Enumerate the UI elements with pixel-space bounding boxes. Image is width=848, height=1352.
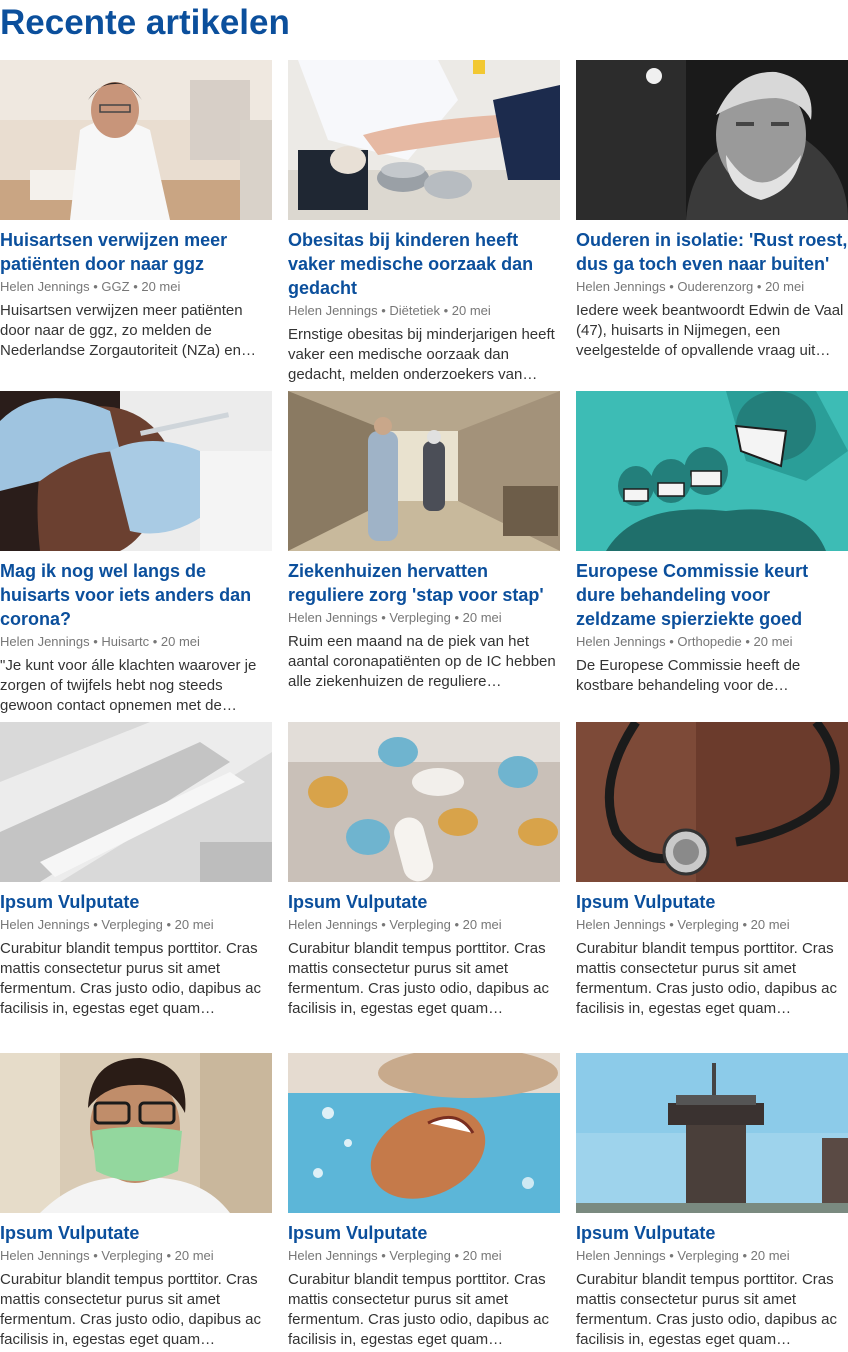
article-category[interactable]: GGZ <box>101 279 129 294</box>
article-excerpt: De Europese Commissie heeft de kostbare … <box>576 657 801 694</box>
article-title[interactable]: Ipsum Vulputate <box>576 890 848 914</box>
article-meta: Helen Jennings • Huisartc • 20 mei <box>0 634 200 649</box>
article-image[interactable] <box>576 60 848 220</box>
article-author: Helen Jennings <box>288 303 378 318</box>
article-author: Helen Jennings <box>288 610 378 625</box>
article-title[interactable]: Mag ik nog wel langs de huisarts voor ie… <box>0 559 272 631</box>
article-excerpt: Curabitur blandit tempus porttitor. Cras… <box>0 940 261 1017</box>
article-author: Helen Jennings <box>288 917 378 932</box>
article-image[interactable] <box>288 722 560 882</box>
article-title[interactable]: Ipsum Vulputate <box>576 1221 848 1245</box>
article-excerpt: Curabitur blandit tempus porttitor. Cras… <box>0 1271 261 1348</box>
article-excerpt: Curabitur blandit tempus porttitor. Cras… <box>288 1271 549 1348</box>
article-meta: Helen Jennings • Verpleging • 20 mei <box>576 917 790 932</box>
article-category[interactable]: Huisartc <box>101 634 149 649</box>
article-meta: Helen Jennings • Ouderenzorg • 20 mei <box>576 279 805 294</box>
article-author: Helen Jennings <box>0 1248 90 1263</box>
article-author: Helen Jennings <box>0 917 90 932</box>
article-date: 20 mei <box>462 1248 502 1263</box>
article-card[interactable]: Ouderen in isolatie: 'Rust roest, dus ga… <box>576 60 848 361</box>
article-image[interactable] <box>0 60 272 220</box>
article-author: Helen Jennings <box>0 634 90 649</box>
article-image[interactable] <box>576 391 848 551</box>
article-date: 20 mei <box>451 303 491 318</box>
article-meta: Helen Jennings • Diëtetiek • 20 mei <box>288 303 491 318</box>
article-category[interactable]: Verpleging <box>677 1248 738 1263</box>
article-card[interactable]: Europese Commissie keurt dure behandelin… <box>576 391 848 696</box>
article-image[interactable] <box>0 722 272 882</box>
article-category[interactable]: Verpleging <box>101 1248 162 1263</box>
article-date: 20 mei <box>174 917 214 932</box>
article-excerpt: Curabitur blandit tempus porttitor. Cras… <box>576 940 837 1017</box>
article-author: Helen Jennings <box>576 917 666 932</box>
article-card[interactable]: Ipsum Vulputate Helen Jennings • Verpleg… <box>288 1053 560 1350</box>
article-excerpt: Iedere week beantwoordt Edwin de Vaal (4… <box>576 302 844 359</box>
article-date: 20 mei <box>750 917 790 932</box>
article-date: 20 mei <box>750 1248 790 1263</box>
article-card[interactable]: Ipsum Vulputate Helen Jennings • Verpleg… <box>0 1053 272 1350</box>
article-date: 20 mei <box>141 279 181 294</box>
article-author: Helen Jennings <box>576 279 666 294</box>
article-card[interactable]: Ipsum Vulputate Helen Jennings • Verpleg… <box>0 722 272 1019</box>
article-image[interactable] <box>288 391 560 551</box>
article-date: 20 mei <box>462 610 502 625</box>
article-excerpt: Ernstige obesitas bij minderjarigen heef… <box>288 326 555 383</box>
article-date: 20 mei <box>765 279 805 294</box>
article-category[interactable]: Verpleging <box>389 1248 450 1263</box>
article-card[interactable]: Ipsum Vulputate Helen Jennings • Verpleg… <box>576 1053 848 1350</box>
article-excerpt: Ruim een maand na de piek van het aantal… <box>288 633 556 690</box>
article-image[interactable] <box>0 1053 272 1213</box>
article-excerpt: Huisartsen verwijzen meer patiënten door… <box>0 302 256 359</box>
article-image[interactable] <box>0 391 272 551</box>
article-title[interactable]: Ipsum Vulputate <box>288 1221 560 1245</box>
article-card[interactable]: Ipsum Vulputate Helen Jennings • Verpleg… <box>576 722 848 1019</box>
article-card[interactable]: Obesitas bij kinderen heeft vaker medisc… <box>288 60 560 385</box>
article-title[interactable]: Ouderen in isolatie: 'Rust roest, dus ga… <box>576 228 848 276</box>
article-author: Helen Jennings <box>576 1248 666 1263</box>
article-meta: Helen Jennings • Verpleging • 20 mei <box>0 1248 214 1263</box>
article-title[interactable]: Obesitas bij kinderen heeft vaker medisc… <box>288 228 560 300</box>
article-title[interactable]: Huisartsen verwijzen meer patiënten door… <box>0 228 272 276</box>
article-author: Helen Jennings <box>288 1248 378 1263</box>
article-category[interactable]: Verpleging <box>101 917 162 932</box>
article-card[interactable]: Ziekenhuizen hervatten reguliere zorg 's… <box>288 391 560 692</box>
article-excerpt: Curabitur blandit tempus porttitor. Cras… <box>576 1271 837 1348</box>
article-title[interactable]: Ziekenhuizen hervatten reguliere zorg 's… <box>288 559 560 607</box>
article-meta: Helen Jennings • Verpleging • 20 mei <box>288 1248 502 1263</box>
article-meta: Helen Jennings • Orthopedie • 20 mei <box>576 634 793 649</box>
article-title[interactable]: Europese Commissie keurt dure behandelin… <box>576 559 848 631</box>
article-category[interactable]: Orthopedie <box>677 634 741 649</box>
article-date: 20 mei <box>174 1248 214 1263</box>
article-image[interactable] <box>288 1053 560 1213</box>
article-meta: Helen Jennings • Verpleging • 20 mei <box>288 610 502 625</box>
article-category[interactable]: Ouderenzorg <box>677 279 753 294</box>
article-meta: Helen Jennings • Verpleging • 20 mei <box>288 917 502 932</box>
article-meta: Helen Jennings • Verpleging • 20 mei <box>576 1248 790 1263</box>
page-title: Recente artikelen <box>0 3 290 42</box>
article-card[interactable]: Mag ik nog wel langs de huisarts voor ie… <box>0 391 272 716</box>
article-category[interactable]: Verpleging <box>677 917 738 932</box>
article-image[interactable] <box>288 60 560 220</box>
article-category[interactable]: Verpleging <box>389 917 450 932</box>
article-image[interactable] <box>576 1053 848 1213</box>
article-title[interactable]: Ipsum Vulputate <box>0 890 272 914</box>
article-card[interactable]: Huisartsen verwijzen meer patiënten door… <box>0 60 272 361</box>
article-date: 20 mei <box>160 634 200 649</box>
article-excerpt: Curabitur blandit tempus porttitor. Cras… <box>288 940 549 1017</box>
article-author: Helen Jennings <box>0 279 90 294</box>
article-card[interactable]: Ipsum Vulputate Helen Jennings • Verpleg… <box>288 722 560 1019</box>
article-image[interactable] <box>576 722 848 882</box>
article-author: Helen Jennings <box>576 634 666 649</box>
article-date: 20 mei <box>462 917 502 932</box>
article-excerpt: "Je kunt voor álle klachten waarover je … <box>0 657 257 714</box>
article-meta: Helen Jennings • GGZ • 20 mei <box>0 279 181 294</box>
article-category[interactable]: Verpleging <box>389 610 450 625</box>
article-date: 20 mei <box>753 634 793 649</box>
article-category[interactable]: Diëtetiek <box>389 303 440 318</box>
article-meta: Helen Jennings • Verpleging • 20 mei <box>0 917 214 932</box>
article-title[interactable]: Ipsum Vulputate <box>0 1221 272 1245</box>
article-title[interactable]: Ipsum Vulputate <box>288 890 560 914</box>
